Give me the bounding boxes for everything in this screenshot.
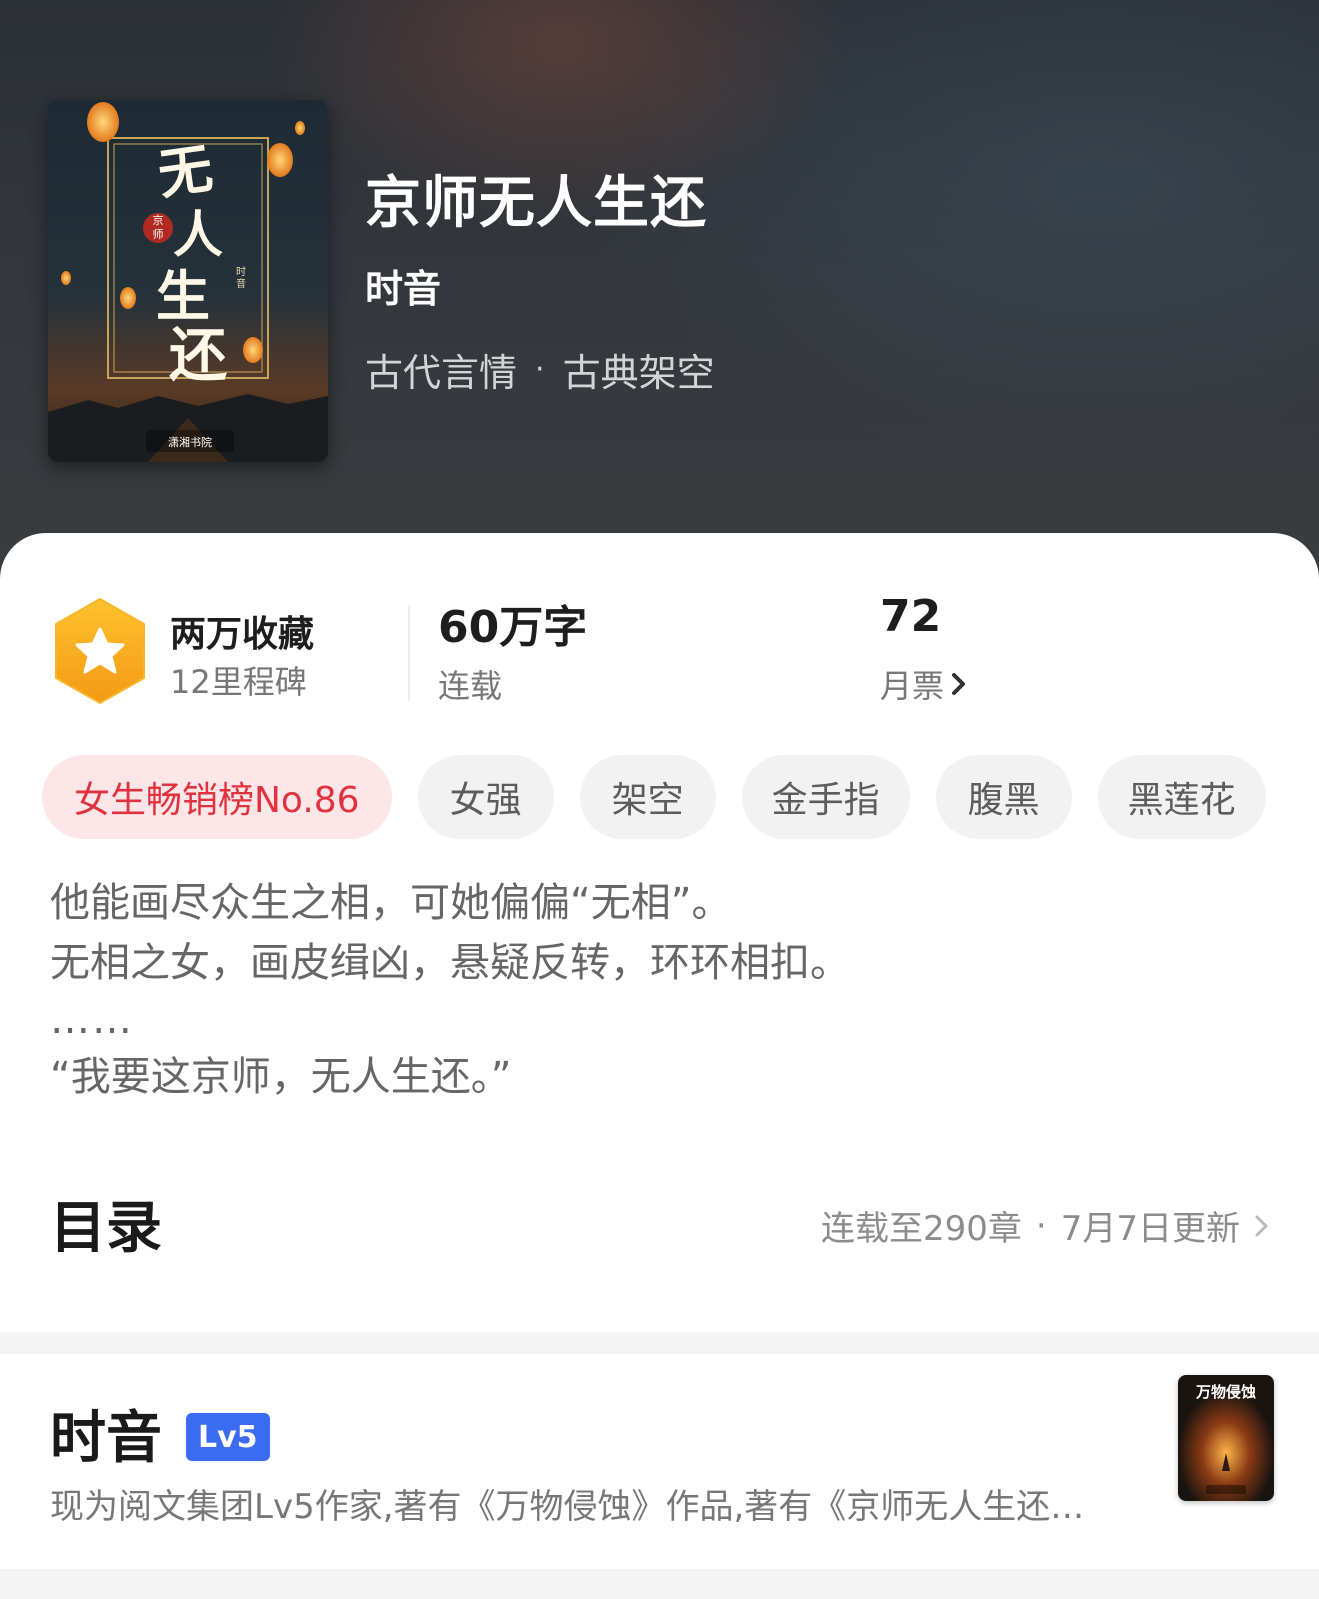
star-badge-icon <box>50 597 150 705</box>
genre-separator: · <box>535 352 545 387</box>
monthly-ticket-link[interactable]: 月票 <box>880 661 968 707</box>
svg-text:无: 无 <box>154 136 216 207</box>
stats-divider <box>408 605 410 701</box>
book-header: 京 师 无 人 生 还 时 音 潇湘书院 京师无人生还 时音 古代言情 · 古典… <box>0 0 1319 600</box>
book-genre: 古代言情 · 古典架空 <box>365 342 715 397</box>
book-title: 京师无人生还 <box>365 171 707 236</box>
section-divider <box>0 1569 1319 1599</box>
synopsis-line: “我要这京师，无人生还。” <box>50 1054 512 1100</box>
genre-main[interactable]: 古代言情 <box>365 342 517 397</box>
table-of-contents-row[interactable]: 目录 连载至290章 · 7月7日更新 <box>50 1183 1270 1263</box>
author-section[interactable]: 时音 Lv5 现为阅文集团Lv5作家,著有《万物侵蚀》作品,著有《京师无人生还…… <box>50 1375 1274 1533</box>
svg-text:师: 师 <box>153 228 164 241</box>
tag-item[interactable]: 架空 <box>579 755 716 839</box>
svg-text:生: 生 <box>156 264 210 328</box>
tag-item[interactable]: 黑莲花 <box>1097 755 1266 839</box>
favorites-count[interactable]: 两万收藏 <box>170 605 314 657</box>
toc-title: 目录 <box>50 1196 162 1261</box>
svg-text:音: 音 <box>236 277 246 290</box>
synopsis-line: …… <box>50 997 134 1043</box>
tag-item[interactable]: 女强 <box>417 755 554 839</box>
svg-text:京: 京 <box>153 213 164 227</box>
monthly-ticket-label: 月票 <box>880 667 945 705</box>
chevron-right-icon <box>952 673 966 695</box>
book-detail-panel: 两万收藏 12里程碑 60万字 连载 72 月票 女生畅销榜No.86 女强 架… <box>0 533 1319 1599</box>
author-name: 时音 <box>50 1406 162 1471</box>
svg-text:时: 时 <box>236 266 246 278</box>
toc-updated: 7月7日更新 <box>1060 1209 1240 1249</box>
svg-text:潇湘书院: 潇湘书院 <box>168 435 212 449</box>
genre-sub[interactable]: 古典架空 <box>563 342 715 397</box>
author-bio: 现为阅文集团Lv5作家,著有《万物侵蚀》作品,著有《京师无人生还… <box>50 1487 1085 1527</box>
tag-rank[interactable]: 女生畅销榜No.86 <box>42 755 392 839</box>
book-cover[interactable]: 京 师 无 人 生 还 时 音 潇湘书院 <box>48 100 328 462</box>
book-author[interactable]: 时音 <box>365 258 441 313</box>
monthly-ticket-count[interactable]: 72 <box>880 591 941 642</box>
synopsis-line: 无相之女，画皮缉凶，悬疑反转，环环相扣。 <box>50 940 850 986</box>
toc-separator: · <box>1035 1205 1047 1246</box>
chevron-right-icon <box>1255 1215 1268 1236</box>
book-synopsis[interactable]: 他能画尽众生之相，可她偏偏“无相”。 无相之女，画皮缉凶，悬疑反转，环环相扣。 … <box>50 873 1270 1107</box>
stats-row: 两万收藏 12里程碑 60万字 连载 72 月票 <box>0 591 1319 717</box>
svg-text:万物侵蚀: 万物侵蚀 <box>1195 1383 1256 1401</box>
serial-status: 连载 <box>438 667 503 705</box>
synopsis-line: 他能画尽众生之相，可她偏偏“无相”。 <box>50 880 732 926</box>
svg-text:还: 还 <box>169 321 227 389</box>
tag-item[interactable]: 腹黑 <box>935 755 1072 839</box>
svg-text:人: 人 <box>173 205 223 264</box>
toc-meta: 连载至290章 · 7月7日更新 <box>821 1201 1270 1250</box>
author-level-badge: Lv5 <box>186 1413 270 1461</box>
word-count: 60万字 <box>438 602 588 653</box>
tag-list: 女生畅销榜No.86 女强 架空 金手指 腹黑 黑莲花 <box>42 755 1292 841</box>
milestones-count: 12里程碑 <box>170 663 307 701</box>
author-other-book-cover[interactable]: 万物侵蚀 <box>1178 1375 1274 1501</box>
section-divider <box>0 1332 1319 1354</box>
toc-chapters: 连载至290章 <box>821 1209 1022 1249</box>
tag-item[interactable]: 金手指 <box>741 755 910 839</box>
